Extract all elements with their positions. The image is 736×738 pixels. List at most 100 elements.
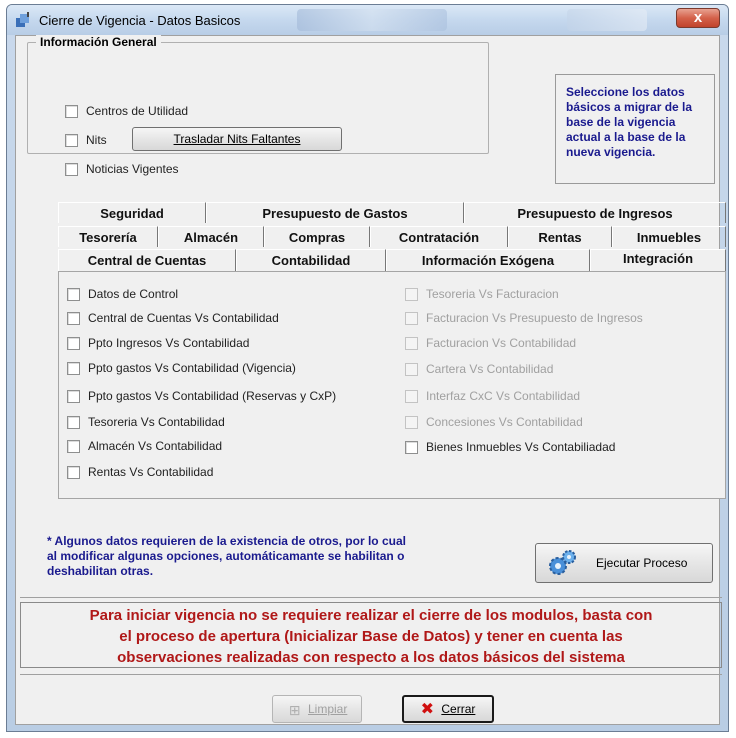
- warning-box: Para iniciar vigencia no se requiere rea…: [20, 602, 722, 668]
- check-tesoreria-contabilidad[interactable]: Tesoreria Vs Contabilidad: [67, 415, 225, 429]
- checkbox-label: Facturacion Vs Contabilidad: [426, 336, 577, 350]
- checkbox-centros-utilidad[interactable]: Centros de Utilidad: [65, 104, 188, 118]
- checkbox-box: [405, 389, 418, 403]
- warning-line: Para iniciar vigencia no se requiere rea…: [89, 607, 653, 624]
- checkbox-label: Ppto gastos Vs Contabilidad (Reservas y …: [88, 389, 337, 403]
- checkbox-label: Ppto gastos Vs Contabilidad (Vigencia): [88, 361, 296, 375]
- check-almacen-contabilidad[interactable]: Almacén Vs Contabilidad: [67, 439, 222, 453]
- tab-integracion[interactable]: Integración: [590, 249, 726, 271]
- checkbox-box[interactable]: [67, 336, 80, 350]
- tab-contabilidad[interactable]: Contabilidad: [236, 249, 386, 271]
- checkbox-label: Central de Cuentas Vs Contabilidad: [88, 311, 279, 325]
- tab-informacion-exogena[interactable]: Información Exógena: [386, 249, 590, 271]
- checkbox-box[interactable]: [65, 104, 78, 118]
- check-ppto-gastos-vigencia[interactable]: Ppto gastos Vs Contabilidad (Vigencia): [67, 361, 296, 375]
- tab-rentas[interactable]: Rentas: [508, 226, 612, 247]
- run-process-button[interactable]: Ejecutar Proceso: [535, 543, 713, 583]
- title-bar-blur: [567, 9, 647, 31]
- checkbox-box[interactable]: [67, 361, 80, 375]
- tab-presupuesto-ingresos[interactable]: Presupuesto de Ingresos: [464, 202, 726, 223]
- checkbox-box: [405, 362, 418, 376]
- checkbox-box[interactable]: [67, 439, 80, 453]
- checkbox-box[interactable]: [67, 415, 80, 429]
- dependency-note: * Algunos datos requieren de la existenc…: [47, 534, 537, 579]
- checkbox-label: Bienes Inmuebles Vs Contabiliadad: [426, 440, 616, 454]
- info-text: Seleccione los datos básicos a migrar de…: [566, 85, 693, 159]
- checkbox-label: Tesoreria Vs Contabilidad: [88, 415, 225, 429]
- checkbox-box[interactable]: [65, 133, 78, 147]
- check-datos-control[interactable]: Datos de Control: [67, 287, 178, 301]
- transfer-nits-label: Trasladar Nits Faltantes: [173, 132, 301, 146]
- tab-seguridad[interactable]: Seguridad: [58, 202, 206, 223]
- check-facturacion-contabilidad: Facturacion Vs Contabilidad: [405, 336, 576, 350]
- run-process-label: Ejecutar Proceso: [596, 556, 688, 570]
- tab-presupuesto-gastos[interactable]: Presupuesto de Gastos: [206, 202, 464, 223]
- tab-row-2: Tesorería Almacén Compras Contratación R…: [58, 226, 726, 247]
- tab-row-3: Central de Cuentas Contabilidad Informac…: [58, 249, 726, 271]
- close-x-icon: ✖: [420, 700, 435, 718]
- checkbox-label: Rentas Vs Contabilidad: [88, 465, 214, 479]
- checkbox-box: [405, 336, 418, 350]
- close-button[interactable]: ✖ Cerrar: [402, 695, 494, 723]
- checkbox-label: Cartera Vs Contabilidad: [426, 362, 554, 376]
- note-line: al modificar algunas opciones, automátic…: [47, 549, 405, 563]
- check-concesiones-contabilidad: Concesiones Vs Contabilidad: [405, 415, 583, 429]
- warning-line: observaciones realizadas con respecto a …: [117, 649, 625, 666]
- tab-inmuebles[interactable]: Inmuebles: [612, 226, 726, 247]
- warning-line: el proceso de apertura (Inicializar Base…: [119, 628, 623, 645]
- tab-tesoreria[interactable]: Tesorería: [58, 226, 158, 247]
- checkbox-box[interactable]: [67, 389, 80, 403]
- general-info-legend: Información General: [36, 35, 161, 49]
- tab-row-1: Seguridad Presupuesto de Gastos Presupue…: [58, 202, 726, 223]
- checkbox-noticias-vigentes[interactable]: Noticias Vigentes: [65, 162, 179, 176]
- checkbox-box: [405, 287, 418, 301]
- checkbox-label: Nits: [86, 133, 107, 147]
- tab-central-cuentas[interactable]: Central de Cuentas: [58, 249, 236, 271]
- check-bienes-inmuebles-contabilidad[interactable]: Bienes Inmuebles Vs Contabiliadad: [405, 440, 615, 454]
- app-icon: [16, 12, 29, 27]
- checkbox-label: Ppto Ingresos Vs Contabilidad: [88, 336, 250, 350]
- title-bar[interactable]: Cierre de Vigencia - Datos Basicos x: [7, 5, 728, 35]
- separator: [20, 597, 722, 598]
- checkbox-label: Concesiones Vs Contabilidad: [426, 415, 583, 429]
- checkbox-label: Interfaz CxC Vs Contabilidad: [426, 389, 581, 403]
- checkbox-label: Datos de Control: [88, 287, 179, 301]
- checkbox-box[interactable]: [65, 162, 78, 176]
- gear-icon: [549, 550, 576, 575]
- tab-compras[interactable]: Compras: [264, 226, 370, 247]
- check-tesoreria-facturacion: Tesoreria Vs Facturacion: [405, 287, 559, 301]
- checkbox-box[interactable]: [405, 440, 418, 454]
- clear-button[interactable]: ⊞ Limpiar: [272, 695, 362, 723]
- check-ppto-gastos-reservas[interactable]: Ppto gastos Vs Contabilidad (Reservas y …: [67, 389, 336, 403]
- separator: [20, 674, 722, 675]
- check-facturacion-presupuesto: Facturacion Vs Presupuesto de Ingresos: [405, 311, 643, 325]
- note-line: deshabilitan otras.: [47, 564, 154, 578]
- checkbox-box[interactable]: [67, 465, 80, 479]
- window-title: Cierre de Vigencia - Datos Basicos: [39, 13, 241, 28]
- checkbox-box: [405, 415, 418, 429]
- tab-contratacion[interactable]: Contratación: [370, 226, 508, 247]
- transfer-nits-button[interactable]: Trasladar Nits Faltantes: [132, 127, 342, 151]
- checkbox-box[interactable]: [67, 287, 80, 301]
- close-label: Cerrar: [441, 702, 476, 716]
- check-central-cuentas-contabilidad[interactable]: Central de Cuentas Vs Contabilidad: [67, 311, 279, 325]
- info-box: Seleccione los datos básicos a migrar de…: [555, 74, 715, 184]
- check-interfaz-cxc-contabilidad: Interfaz CxC Vs Contabilidad: [405, 389, 580, 403]
- checkbox-label: Facturacion Vs Presupuesto de Ingresos: [426, 311, 643, 325]
- clear-label: Limpiar: [307, 702, 348, 716]
- checkbox-label: Noticias Vigentes: [86, 162, 179, 176]
- note-line: * Algunos datos requieren de la existenc…: [47, 534, 406, 548]
- check-rentas-contabilidad[interactable]: Rentas Vs Contabilidad: [67, 465, 213, 479]
- tab-almacen[interactable]: Almacén: [158, 226, 264, 247]
- checkbox-label: Almacén Vs Contabilidad: [88, 439, 223, 453]
- check-ppto-ingresos-contabilidad[interactable]: Ppto Ingresos Vs Contabilidad: [67, 336, 249, 350]
- checkbox-label: Tesoreria Vs Facturacion: [426, 287, 559, 301]
- checkbox-nits[interactable]: Nits: [65, 133, 107, 147]
- checkbox-label: Centros de Utilidad: [86, 104, 189, 118]
- checkbox-box[interactable]: [67, 311, 80, 325]
- clear-icon: ⊞: [288, 701, 301, 718]
- window-close-button[interactable]: x: [676, 8, 720, 28]
- checkbox-box: [405, 311, 418, 325]
- check-cartera-contabilidad: Cartera Vs Contabilidad: [405, 362, 553, 376]
- title-bar-blur: [297, 9, 447, 31]
